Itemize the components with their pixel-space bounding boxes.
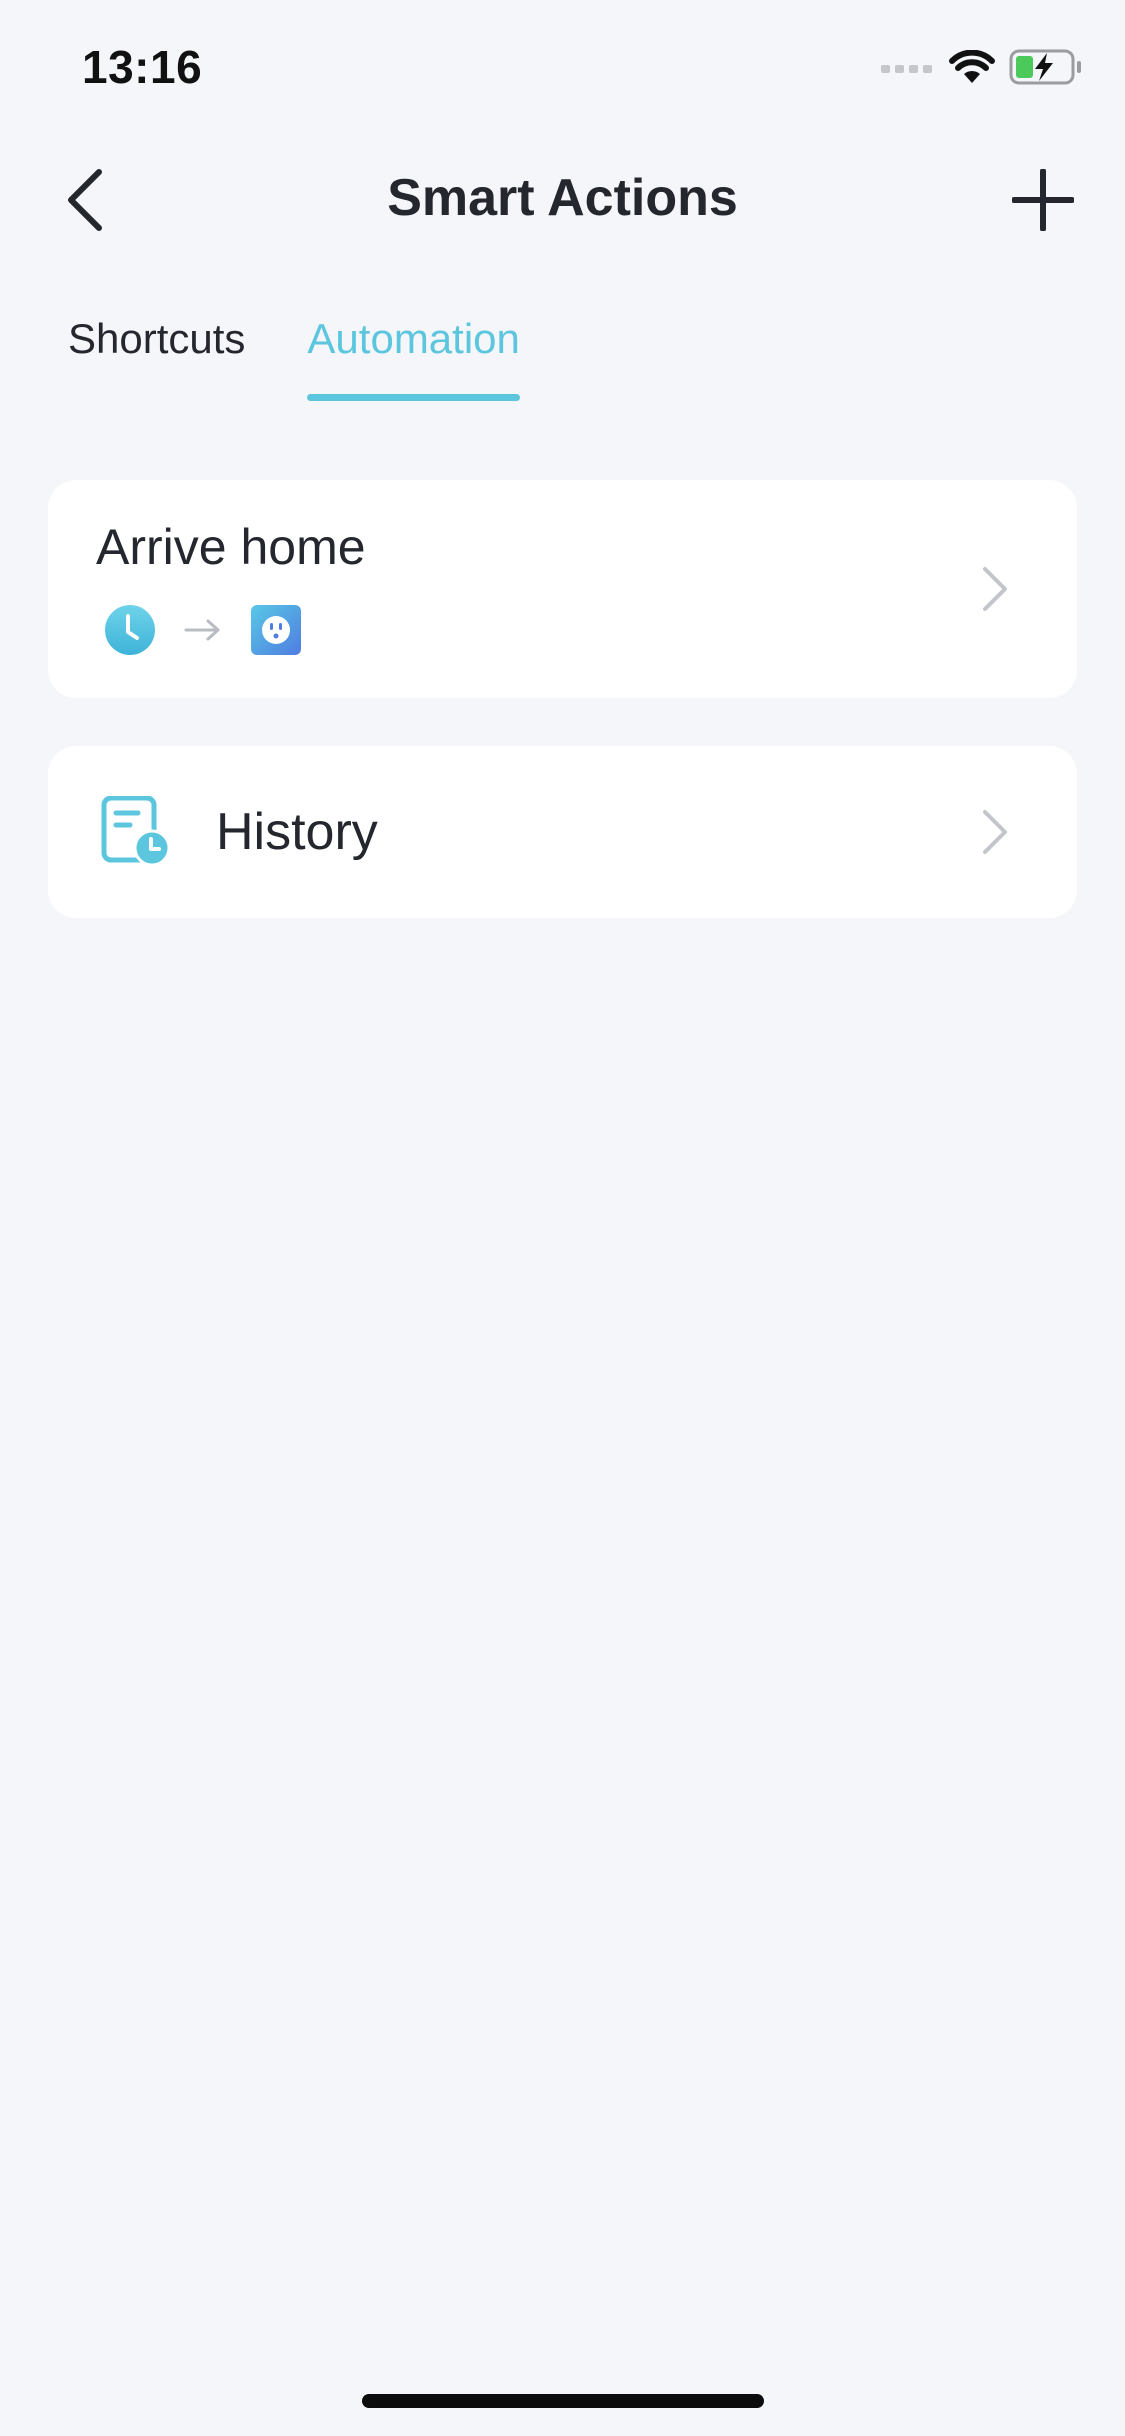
chevron-right-icon (975, 562, 1015, 616)
history-label: History (216, 803, 378, 861)
tab-automation-label: Automation (307, 315, 520, 362)
tab-shortcuts[interactable]: Shortcuts (68, 315, 245, 399)
nav-bar: Smart Actions (0, 140, 1125, 260)
status-bar: 13:16 (0, 0, 1125, 140)
signal-icon (881, 60, 935, 79)
status-time: 13:16 (82, 41, 203, 93)
plus-icon (1012, 169, 1074, 231)
automation-title: Arrive home (96, 519, 366, 575)
add-button[interactable] (1007, 164, 1079, 236)
smart-plug-icon (250, 604, 302, 661)
history-document-icon (100, 795, 172, 868)
automation-card[interactable]: Arrive home (48, 480, 1077, 698)
tab-bar: Shortcuts Automation (68, 315, 520, 401)
active-tab-indicator (307, 394, 520, 401)
status-icons (881, 48, 1083, 91)
tab-automation[interactable]: Automation (307, 315, 520, 401)
tab-shortcuts-label: Shortcuts (68, 315, 246, 362)
page-title: Smart Actions (387, 169, 738, 227)
history-card[interactable]: History (48, 746, 1077, 918)
automation-flow (104, 604, 302, 661)
arrow-right-icon (184, 618, 222, 647)
chevron-right-icon (975, 805, 1015, 859)
home-indicator[interactable] (362, 2394, 764, 2408)
clock-icon (104, 604, 156, 661)
battery-charging-icon (1009, 48, 1083, 91)
wifi-icon (949, 49, 995, 89)
